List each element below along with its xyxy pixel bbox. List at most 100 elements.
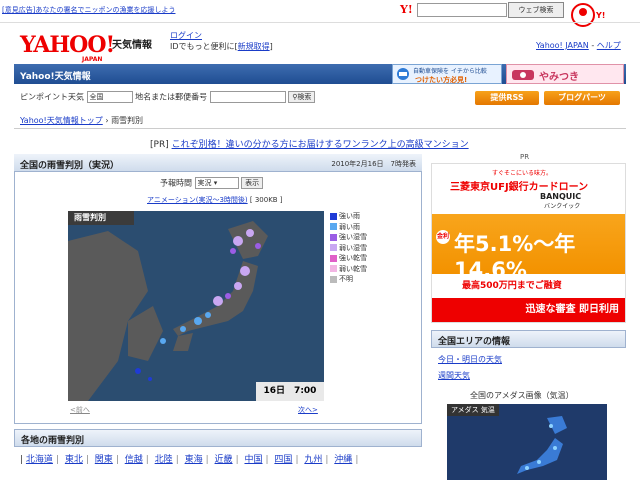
separator: | bbox=[85, 455, 89, 465]
separator: | bbox=[175, 455, 179, 465]
separator: | bbox=[235, 455, 239, 465]
separator: | bbox=[145, 455, 149, 465]
legend-label: 不明 bbox=[339, 275, 353, 283]
separator: | bbox=[115, 455, 119, 465]
ad-rate: 年5.1%〜年14.6% bbox=[454, 232, 576, 282]
service-bar-title[interactable]: Yahoo!天気情報 bbox=[20, 69, 91, 82]
yahoo-logo[interactable]: YAHOO! bbox=[20, 32, 115, 58]
web-search-button[interactable]: ウェブ検索 bbox=[508, 2, 564, 18]
animation-link[interactable]: アニメーション(実況〜3時間後) bbox=[147, 196, 248, 204]
ad-rate-label: 金利 bbox=[436, 230, 450, 244]
ad-brand: BANQUIC bbox=[540, 192, 582, 201]
separator: | bbox=[325, 455, 329, 465]
pinpoint-label: ピンポイント天気 bbox=[20, 92, 84, 102]
rss-button[interactable]: 提供RSS bbox=[475, 91, 539, 105]
search-button[interactable]: ⚲検索 bbox=[288, 91, 316, 103]
register-link[interactable]: 新規取得 bbox=[238, 42, 270, 51]
notice-link[interactable]: [意見広告]あなたの署名でニッポンの漁業を応援しよう bbox=[2, 5, 175, 15]
login-sub-end: ] bbox=[269, 42, 273, 51]
area-info-title: 全国エリアの情報 bbox=[438, 337, 511, 347]
pr-link[interactable]: これぞ別格！違いの分かる方にお届けするワンランク上の高級マンション bbox=[172, 140, 469, 150]
regions-title: 各地の雨雪判別 bbox=[21, 436, 85, 446]
region-links: | 北海道 | 東北 | 関東 | 信越 | 北陸 | 東海 | 近畿 | 中国 | 四国 | 九… bbox=[20, 452, 361, 465]
area-links: 今日・明日の天気 週間天気 bbox=[438, 352, 502, 384]
pr-prefix: [PR] bbox=[150, 140, 169, 150]
breadcrumb: Yahoo!天気情報トップ › 雨雪判別 bbox=[20, 115, 143, 126]
legend-swatch bbox=[330, 275, 337, 283]
area-link-item: 今日・明日の天気 bbox=[438, 352, 502, 368]
pr-label: PR bbox=[520, 153, 530, 161]
forecast-value: 実況 bbox=[197, 179, 212, 187]
legend-label: 強い雨 bbox=[339, 212, 360, 220]
yahoo-top-link[interactable]: Yahoo! JAPAN bbox=[536, 41, 589, 50]
forecast-label: 予報時間 bbox=[160, 178, 192, 188]
pinpoint-search: ピンポイント天気 全国 地名または郵便番号 ⚲検索 bbox=[20, 91, 316, 103]
area-link-item: 週間天気 bbox=[438, 368, 502, 384]
place-input-label: 地名または郵便番号 bbox=[135, 92, 208, 102]
legend-label: 弱い乾雪 bbox=[339, 264, 367, 273]
panel-date: 2010年2月16日 7時発表 bbox=[331, 160, 416, 168]
area-select[interactable]: 全国 bbox=[86, 91, 133, 103]
legend-label: 弱い湿雪 bbox=[339, 243, 367, 252]
region-link[interactable]: 北海道 bbox=[26, 455, 53, 465]
blogparts-button[interactable]: ブログパーツ bbox=[544, 91, 620, 105]
help-link[interactable]: ヘルプ bbox=[597, 41, 621, 50]
region-link[interactable]: 北陸 bbox=[155, 455, 173, 465]
legend-swatch bbox=[330, 233, 337, 241]
web-search-input[interactable] bbox=[417, 3, 507, 17]
map-legend: 強い雨 弱い雨 強い湿雪 弱い湿雪 強い乾雪 弱い乾雪 不明 bbox=[330, 211, 367, 285]
next-link[interactable]: 次へ> bbox=[298, 405, 318, 415]
today-tomorrow-link[interactable]: 今日・明日の天気 bbox=[438, 355, 502, 364]
yahoo-small-logo[interactable]: Y! bbox=[400, 3, 413, 16]
legend-item: 強い雨 bbox=[330, 211, 367, 222]
separator: | bbox=[55, 455, 59, 465]
breadcrumb-parent[interactable]: Yahoo!天気情報トップ bbox=[20, 116, 103, 125]
bank-ad[interactable]: すぐそこにいる味方。 三菱東京UFJ銀行カードローン BANQUIC バンクイッ… bbox=[431, 163, 626, 323]
amedas-map[interactable]: アメダス 気温 bbox=[447, 404, 607, 480]
svg-text:Y!: Y! bbox=[595, 11, 605, 20]
region-link[interactable]: 信越 bbox=[125, 455, 143, 465]
separator: | bbox=[205, 455, 209, 465]
region-bracket: | bbox=[20, 455, 24, 465]
animation-size: [ 300KB ] bbox=[249, 196, 283, 204]
legend-swatch bbox=[330, 254, 337, 262]
ad-rate-block: 金利 年5.1%〜年14.6% bbox=[432, 214, 625, 282]
show-button[interactable]: 表示 bbox=[241, 177, 264, 189]
region-link[interactable]: 近畿 bbox=[215, 455, 233, 465]
panel-header: 全国の雨雪判別（実況） 2010年2月16日 7時発表 bbox=[14, 154, 422, 172]
separator: | bbox=[295, 455, 299, 465]
ad-limit: 最高500万円までご融資 bbox=[462, 281, 562, 291]
forecast-select[interactable]: 実況 ▾ bbox=[194, 177, 239, 189]
panel-title: 全国の雨雪判別（実況） bbox=[20, 161, 120, 171]
region-link[interactable]: 中国 bbox=[244, 455, 262, 465]
region-link[interactable]: 関東 bbox=[95, 455, 113, 465]
region-link[interactable]: 沖縄 bbox=[334, 455, 352, 465]
snack-ad-banner[interactable]: やみつき bbox=[506, 64, 624, 84]
separator: | bbox=[355, 455, 359, 465]
divider bbox=[14, 128, 626, 129]
login-link[interactable]: ログイン bbox=[170, 30, 202, 41]
header-sep: - bbox=[591, 41, 595, 50]
region-link[interactable]: 四国 bbox=[274, 455, 292, 465]
chevron-right-icon: › bbox=[105, 116, 109, 125]
header: YAHOO! JAPAN 天気情報 ログイン IDでもっと便利に[新規取得] Y… bbox=[0, 24, 640, 63]
region-link[interactable]: 東北 bbox=[65, 455, 83, 465]
breadcrumb-current: 雨雪判別 bbox=[111, 116, 144, 125]
weekly-link[interactable]: 週間天気 bbox=[438, 371, 470, 380]
place-input[interactable] bbox=[209, 91, 286, 103]
legend-swatch bbox=[330, 244, 337, 251]
pr-line: [PR] これぞ別格！違いの分かる方にお届けするワンランク上の高級マンション bbox=[150, 137, 469, 150]
legend-item: 弱い雨 bbox=[330, 222, 367, 233]
chevron-down-icon: ▾ bbox=[213, 179, 218, 187]
region-link[interactable]: 東海 bbox=[185, 455, 203, 465]
separator: | bbox=[265, 455, 269, 465]
service-name[interactable]: 天気情報 bbox=[112, 36, 152, 51]
rain-snow-map[interactable]: 雨雪判別 16日 7:00 bbox=[68, 211, 324, 401]
insurance-ad-banner[interactable]: 自動車保険を イチから比較 つけたい方必見! bbox=[392, 64, 502, 84]
map-label: 雨雪判別 bbox=[68, 211, 134, 225]
ad1-line2: つけたい方必見! bbox=[415, 76, 468, 84]
legend-label: 強い湿雪 bbox=[339, 233, 367, 241]
top-bar: [意見広告]あなたの署名でニッポンの漁業を応援しよう Y! ウェブ検索 Y! bbox=[0, 0, 640, 27]
prev-link[interactable]: <前へ bbox=[70, 405, 90, 415]
region-link[interactable]: 九州 bbox=[304, 455, 322, 465]
